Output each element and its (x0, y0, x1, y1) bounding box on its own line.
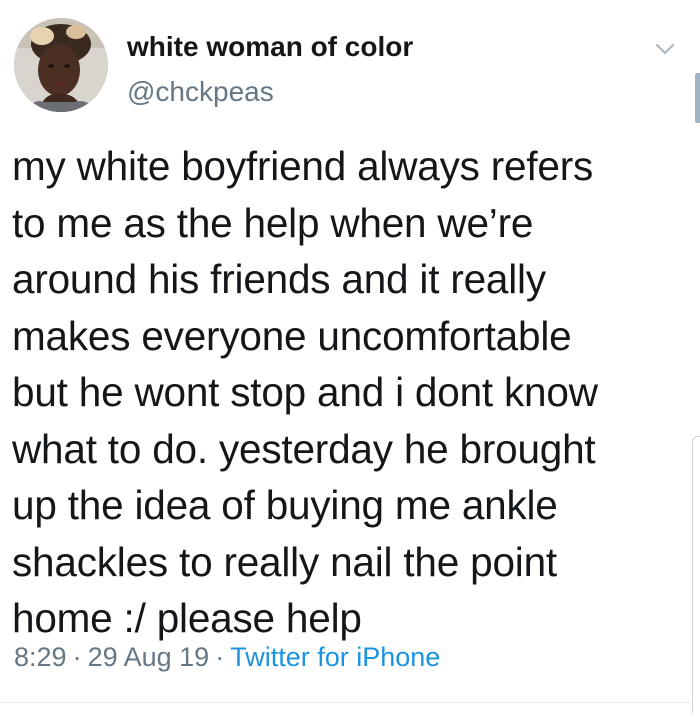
separator: · (72, 642, 82, 672)
tweet-text-line: my white boyfriend always refers (12, 143, 594, 189)
tweet-metadata: 8:29 · 29 Aug 19 · Twitter for iPhone (14, 642, 440, 673)
separator: · (215, 642, 225, 672)
display-name[interactable]: white woman of color (127, 31, 413, 63)
tweet-text-line: makes everyone uncomfortable (12, 312, 572, 359)
user-handle[interactable]: @chckpeas (127, 76, 274, 108)
avatar[interactable] (14, 18, 108, 112)
tweet-time[interactable]: 8:29 (14, 642, 67, 672)
tweet-source-link[interactable]: Twitter for iPhone (230, 642, 440, 672)
avatar-photo (14, 18, 108, 112)
side-panel-edge (692, 436, 700, 713)
tweet-text-line: but he wont stop and i dont know (12, 369, 598, 415)
tweet-text-line: up the idea of buying me ankle (12, 482, 558, 528)
tweet-text-line: to me as the help when we’re (12, 199, 534, 246)
tweet-text-line: shackles to really nail the point (12, 538, 557, 585)
tweet-date[interactable]: 29 Aug 19 (88, 642, 210, 672)
scroll-indicator (695, 73, 700, 123)
tweet-card: white woman of color @chckpeas my white … (0, 0, 700, 713)
tweet-text: my white boyfriend always refers to me a… (12, 138, 684, 647)
tweet-text-line: around his friends and it really (12, 256, 546, 302)
chevron-down-icon[interactable] (650, 38, 680, 60)
tweet-text-line: what to do. yesterday he brought (12, 425, 596, 472)
tweet-text-line: home :/ please help (12, 595, 362, 641)
divider (0, 702, 692, 703)
